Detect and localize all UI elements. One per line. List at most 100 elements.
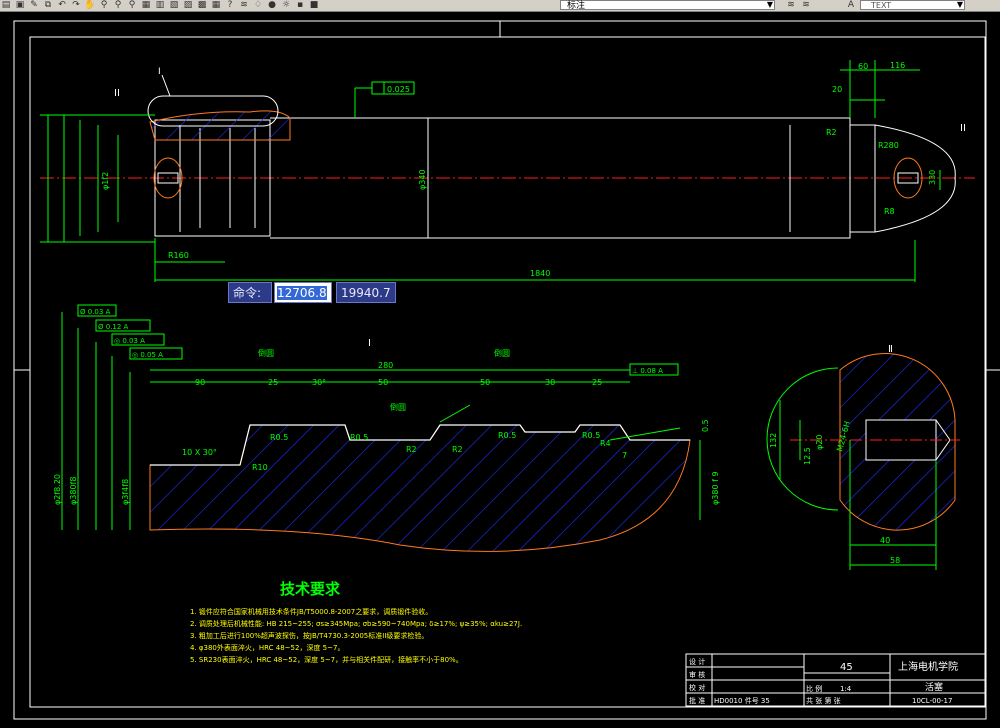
- dim-total-length: 1840: [530, 269, 550, 278]
- dim-r10: R10: [252, 463, 268, 472]
- main-view: I II II 0.025 1840 60 116 20 R2 R8 R280 …: [40, 60, 975, 282]
- color-icon[interactable]: ■: [308, 1, 320, 10]
- text-style-arrow-icon[interactable]: ▼: [955, 0, 965, 10]
- undo-icon[interactable]: ↶: [56, 1, 68, 10]
- layer-previous-icon[interactable]: ≋: [785, 1, 797, 10]
- dim-116: 116: [890, 61, 905, 70]
- detail-II-view: Ⅱ 40 58 132 12.5 φ20 M24-6H: [766, 344, 960, 570]
- dim-phi-left2: φ380f8: [69, 477, 78, 505]
- command-x-input[interactable]: 12706.8: [274, 282, 332, 303]
- dim-phi-main: φ340: [418, 169, 427, 190]
- redo-icon[interactable]: ↷: [70, 1, 82, 10]
- pencil-icon[interactable]: ✎: [28, 1, 40, 10]
- title-block: 设 计 审 核 校 对 批 准 HD0010 件号 35 比 例 1:4 共 张…: [685, 653, 986, 707]
- tech-req-title: 技术要求: [280, 580, 341, 598]
- dim-30-deg-a: 30°: [312, 378, 326, 387]
- layer-dropdown-arrow-icon[interactable]: ▼: [765, 0, 775, 10]
- text-style-dropdown[interactable]: TEXT: [860, 0, 965, 10]
- material: 45: [840, 662, 853, 673]
- help-icon[interactable]: ?: [224, 1, 236, 10]
- toolbar: ▤ ▣ ✎ ⧉ ↶ ↷ ✋ ⚲ ⚲ ⚲ ▦ ▥ ▧ ▨ ▩ ▦ ? ≋ ♢ ● …: [0, 0, 1000, 12]
- zoom-icon[interactable]: ⚲: [98, 1, 110, 10]
- scale-value: 1:4: [840, 685, 852, 693]
- sun-icon[interactable]: ☼: [280, 1, 292, 10]
- dim-phi1f2: φ1f2: [101, 172, 110, 190]
- dim-r05d: R0.5: [582, 431, 600, 440]
- dim-r05a: R0.5: [270, 433, 288, 442]
- dim-r280: R280: [878, 141, 899, 150]
- dim-12-5: 12.5: [803, 447, 812, 465]
- dim-r05b: R0.5: [350, 433, 368, 442]
- dim-r160: R160: [168, 251, 189, 260]
- tolerance-top: 0.025: [371, 81, 415, 95]
- design-center-icon[interactable]: ▥: [154, 1, 166, 10]
- cad-drawing: I II II 0.025 1840 60 116 20 R2 R8 R280 …: [13, 20, 1000, 720]
- layer-state-icon[interactable]: ♢: [252, 1, 264, 10]
- dim-90: 90: [195, 378, 205, 387]
- dim-330: 330: [928, 170, 937, 185]
- zoom-previous-icon[interactable]: ⚲: [126, 1, 138, 10]
- note-chamfer-3: 倒圆: [390, 402, 406, 412]
- match-icon[interactable]: ⧉: [42, 1, 54, 10]
- dim-r2a: R2: [406, 445, 417, 454]
- calculator-icon[interactable]: ▦: [210, 1, 222, 10]
- tech-req-item-2: 2. 调质处理后机械性能: HB 215~255; σs≥345Mpa; σb≥…: [190, 619, 522, 628]
- dim-20: 20: [832, 85, 842, 94]
- dim-58: 58: [890, 556, 900, 565]
- dim-40: 40: [880, 536, 890, 545]
- dim-132: 132: [769, 433, 778, 448]
- command-y-input[interactable]: 19940.7: [336, 282, 396, 303]
- tech-req-item-3: 3. 粗加工后进行100%超声波探伤，按JB/T4730.3-2005标准II级…: [190, 631, 428, 640]
- lock-icon[interactable]: ▪: [294, 1, 306, 10]
- svg-text:0.025: 0.025: [387, 85, 410, 94]
- row-label-design: 设 计: [689, 657, 705, 666]
- sheet-set-icon[interactable]: ▨: [182, 1, 194, 10]
- detail-II-callout-left: II: [114, 88, 120, 99]
- text-style-icon[interactable]: A: [845, 1, 857, 10]
- dim-r8: R8: [884, 207, 895, 216]
- dim-25b: 25: [592, 378, 602, 387]
- dim-r2-main: R2: [826, 128, 837, 137]
- tol-box-3: ◎ 0.03 A: [114, 337, 145, 345]
- detail-I-title: Ⅰ: [368, 338, 371, 349]
- dim-25a: 25: [268, 378, 278, 387]
- dim-50a: 50: [378, 378, 388, 387]
- markup-icon[interactable]: ▩: [196, 1, 208, 10]
- detail-II-callout-right: II: [960, 123, 966, 134]
- row-label-approve: 批 准: [689, 696, 705, 705]
- dim-phi-left1: φ2f8.20: [53, 474, 62, 505]
- tol-box-4: ◎ 0.05 A: [132, 351, 163, 359]
- row-label-review: 审 核: [689, 670, 705, 679]
- dim-r4: R4: [600, 439, 611, 448]
- tech-req-item-1: 1. 锻件应符合国家机械用技术条件JB/T5000.8-2007之要求，调质锻件…: [190, 607, 432, 616]
- dim-50b: 50: [480, 378, 490, 387]
- note-chamfer-1: 倒圆: [258, 348, 274, 358]
- pan-icon[interactable]: ✋: [84, 1, 96, 10]
- dim-phi-right: φ380 f 9: [711, 471, 720, 505]
- detail-I-callout: I: [158, 67, 161, 77]
- dim-30-deg-b: 30: [545, 378, 555, 387]
- layer-isolate-icon[interactable]: ≋: [800, 1, 812, 10]
- dim-7: 7: [622, 451, 627, 460]
- drawing-number: 10CL-00-17: [912, 697, 952, 705]
- partial-section-hatch: [149, 110, 291, 141]
- technical-requirements: 技术要求 1. 锻件应符合国家机械用技术条件JB/T5000.8-2007之要求…: [190, 580, 522, 664]
- dim-10x30: 10 X 30°: [182, 448, 217, 457]
- note-chamfer-2: 倒圆: [494, 348, 510, 358]
- open-icon[interactable]: ▤: [0, 1, 12, 10]
- row-label-check: 校 对: [689, 683, 705, 692]
- properties-icon[interactable]: ▦: [140, 1, 152, 10]
- bulb-icon[interactable]: ●: [266, 1, 278, 10]
- drawing-canvas[interactable]: I II II 0.025 1840 60 116 20 R2 R8 R280 …: [0, 12, 1000, 724]
- tol-box-1: Ø 0.03 A: [80, 308, 111, 316]
- dim-05: 0.5: [701, 419, 710, 432]
- save-icon[interactable]: ▣: [14, 1, 26, 10]
- title-block-bottom-row: HD0010 件号 35: [714, 696, 770, 705]
- layer-manager-icon[interactable]: ≋: [238, 1, 250, 10]
- layer-dropdown[interactable]: 标注: [560, 0, 775, 11]
- tool-palette-icon[interactable]: ▧: [168, 1, 180, 10]
- scale-label: 比 例: [806, 684, 822, 693]
- tol-box-2: Ø 0.12 A: [98, 323, 129, 331]
- zoom-window-icon[interactable]: ⚲: [112, 1, 124, 10]
- dim-r2b: R2: [452, 445, 463, 454]
